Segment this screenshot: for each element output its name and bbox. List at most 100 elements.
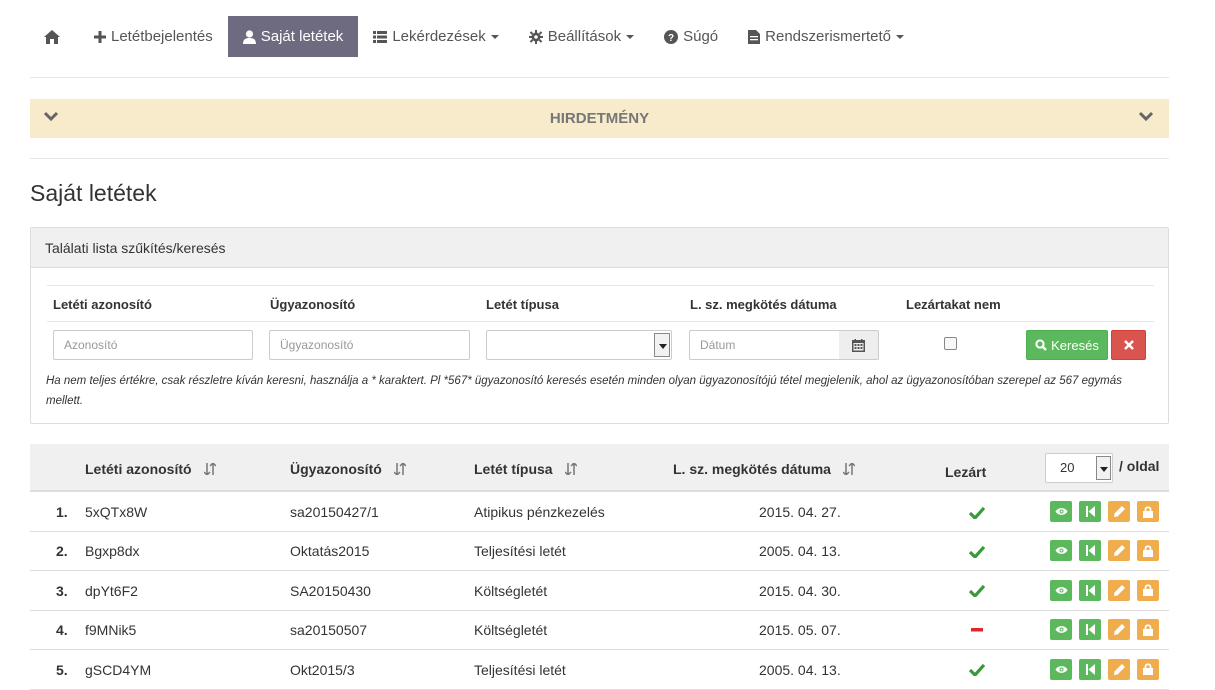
nav-beallitasok[interactable]: Beállítások — [514, 16, 649, 57]
lock-button[interactable] — [1137, 579, 1159, 601]
table-row: 4. f9MNik5 sa20150507 Költségletét 2015. 05.… — [30, 610, 1169, 651]
contract-date-input[interactable]: Dátum — [689, 330, 840, 360]
edit-button[interactable] — [1108, 540, 1130, 562]
edit-button[interactable] — [1108, 501, 1130, 522]
pencil-icon — [1113, 624, 1125, 636]
col-contract-date[interactable]: L. sz. megkötés dátuma — [673, 461, 855, 477]
sort-icon[interactable] — [564, 463, 577, 475]
lock-button[interactable] — [1137, 658, 1159, 680]
sort-icon[interactable] — [842, 463, 855, 475]
first-button[interactable] — [1079, 579, 1101, 601]
eye-icon — [1055, 665, 1067, 673]
sort-icon[interactable] — [393, 463, 406, 475]
row-number: 3. — [56, 582, 68, 599]
dropdown-arrow-icon[interactable] — [654, 333, 670, 357]
nav-sugo[interactable]: ? Súgó — [649, 16, 733, 57]
search-button-label: Keresés — [1051, 337, 1099, 353]
closed-not-label: Lezártakat nem — [906, 297, 1001, 312]
check-icon — [969, 585, 985, 598]
nav-sajat-letetek-label: Saját letétek — [260, 28, 344, 45]
svg-text:?: ? — [668, 33, 674, 44]
lock-icon — [1143, 545, 1153, 557]
first-button[interactable] — [1079, 501, 1101, 522]
row-number: 4. — [56, 622, 68, 639]
view-button[interactable] — [1050, 501, 1072, 522]
nav-letetbejelentes[interactable]: Letétbejelentés — [79, 16, 228, 57]
view-button[interactable] — [1050, 579, 1072, 601]
nav-lekerdezesek[interactable]: Lekérdezések — [358, 16, 513, 57]
edit-button[interactable] — [1108, 658, 1130, 680]
col-case-id-label: Ügyazonosító — [290, 461, 382, 477]
col-deposit-type[interactable]: Letét típusa — [474, 461, 577, 477]
pencil-icon — [1113, 506, 1125, 517]
lock-icon — [1143, 624, 1153, 636]
dropdown-arrow-icon[interactable] — [1096, 456, 1111, 480]
step-backward-icon — [1085, 624, 1095, 636]
first-button[interactable] — [1079, 619, 1101, 641]
lock-button[interactable] — [1137, 501, 1159, 522]
deposit-id-input[interactable]: Azonosító — [53, 330, 253, 360]
lock-button[interactable] — [1137, 619, 1159, 641]
table-row: 3. dpYt6F2 SA20150430 Költségletét 2015. 04.… — [30, 571, 1169, 611]
eye-icon — [1055, 626, 1067, 634]
chevron-down-icon[interactable] — [44, 111, 58, 121]
eye-icon — [1055, 586, 1067, 594]
deposit-id-label: Letéti azonosító — [53, 297, 152, 312]
question-circle-icon: ? — [664, 29, 679, 44]
step-backward-icon — [1085, 663, 1095, 675]
announcement-bar[interactable]: HIRDETMÉNY — [30, 99, 1169, 138]
row-deposit-id: gSCD4YM — [85, 661, 152, 678]
row-closed-status — [969, 504, 985, 520]
edit-button[interactable] — [1108, 619, 1130, 641]
announcement-title: HIRDETMÉNY — [549, 110, 650, 127]
row-contract-date: 2015. 04. 27. — [759, 504, 841, 520]
edit-button[interactable] — [1108, 579, 1130, 601]
row-case-id: sa20150427/1 — [290, 504, 379, 520]
row-deposit-id: dpYt6F2 — [85, 582, 138, 599]
chevron-down-icon[interactable] — [1139, 111, 1153, 121]
view-button[interactable] — [1050, 540, 1072, 562]
lock-icon — [1143, 663, 1153, 676]
check-icon — [969, 664, 985, 677]
col-contract-date-label: L. sz. megkötés dátuma — [673, 461, 831, 477]
row-contract-date: 2015. 05. 07. — [759, 622, 841, 639]
row-number: 5. — [56, 661, 68, 678]
list-icon — [373, 30, 388, 43]
deposit-type-select[interactable] — [486, 330, 672, 360]
case-id-label: Ügyazonosító — [270, 297, 356, 312]
clear-button[interactable] — [1111, 330, 1146, 360]
first-button[interactable] — [1079, 540, 1101, 562]
view-button[interactable] — [1050, 619, 1072, 641]
lock-button[interactable] — [1137, 540, 1159, 562]
minus-icon — [971, 628, 983, 632]
nav-rendszerismerteto[interactable]: Rendszerismertető — [733, 16, 919, 57]
divider — [30, 158, 1169, 159]
search-button[interactable]: Keresés — [1026, 330, 1108, 360]
step-backward-icon — [1085, 545, 1095, 557]
filter-panel: Találati lista szűkítés/keresés Letéti a… — [30, 227, 1169, 424]
filter-panel-heading: Találati lista szűkítés/keresés — [31, 228, 1168, 268]
per-page-select[interactable]: 20 — [1045, 453, 1113, 483]
home-icon — [44, 29, 60, 44]
col-deposit-id[interactable]: Letéti azonosító — [85, 461, 216, 477]
view-button[interactable] — [1050, 658, 1072, 680]
nav-sajat-letetek[interactable]: Saját letétek — [227, 16, 359, 57]
sort-icon[interactable] — [203, 463, 216, 475]
calendar-button[interactable] — [839, 330, 879, 360]
closed-not-checkbox[interactable] — [944, 337, 957, 350]
main-nav: Letétbejelentés Saját letétek Lekérdezés… — [30, 16, 919, 57]
close-icon — [1123, 340, 1134, 350]
nav-letetbejelentes-label: Letétbejelentés — [111, 28, 213, 45]
lock-icon — [1143, 584, 1153, 597]
gear-icon — [528, 29, 543, 44]
row-deposit-type: Költségletét — [474, 622, 548, 639]
case-id-input[interactable]: Ügyazonosító — [269, 330, 470, 360]
row-case-id: sa20150507 — [290, 622, 368, 639]
nav-home[interactable] — [30, 16, 79, 57]
first-button[interactable] — [1079, 658, 1101, 680]
per-page-value: 20 — [1060, 460, 1075, 475]
col-case-id[interactable]: Ügyazonosító — [290, 461, 406, 477]
check-icon — [969, 506, 985, 519]
search-hint: Ha nem teljes értékre, csak részletre kí… — [46, 375, 1122, 407]
row-deposit-id: Bgxp8dx — [85, 543, 140, 560]
